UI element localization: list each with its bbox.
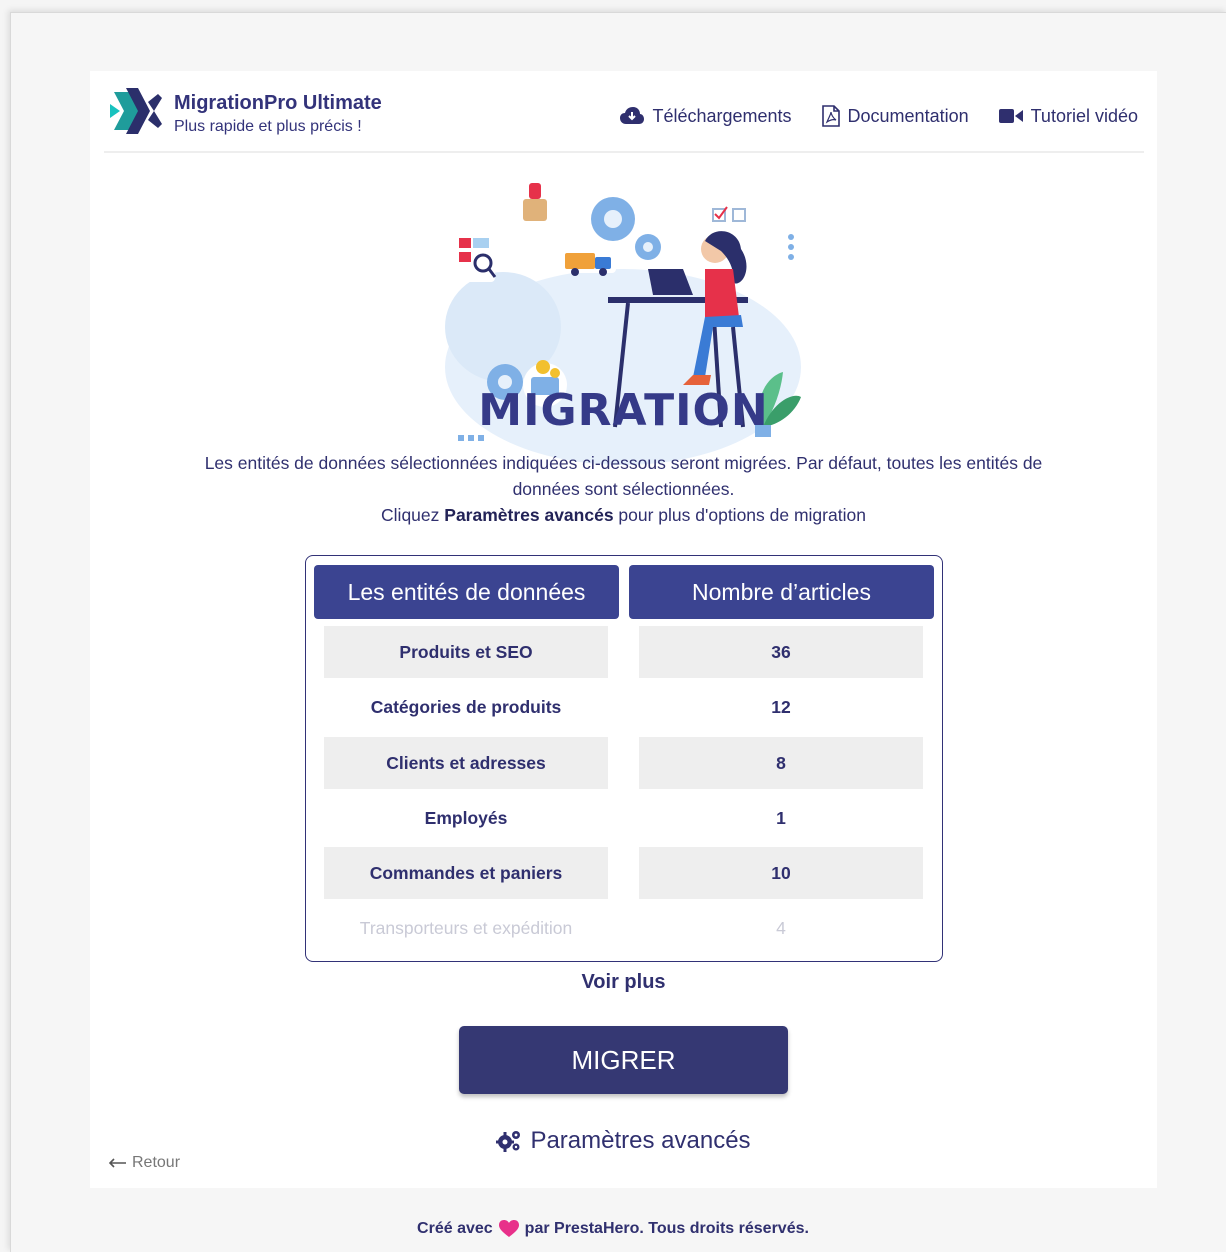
cloud-download-icon bbox=[620, 107, 645, 124]
table-cell-entity: Clients et adresses bbox=[324, 737, 608, 789]
description-line: Les entités de données sélectionnées ind… bbox=[204, 453, 1043, 499]
migrationpro-logo-icon bbox=[110, 88, 162, 134]
migrate-button[interactable]: MIGRER bbox=[459, 1026, 788, 1094]
footer-suffix: par PrestaHero. Tous droits réservés. bbox=[524, 1220, 809, 1237]
nav-downloads-label: Téléchargements bbox=[652, 105, 792, 126]
main-card: MigrationPro Ultimate Plus rapide et plu… bbox=[90, 71, 1157, 1188]
back-link[interactable]: Retour bbox=[108, 1154, 180, 1172]
page-title: MIGRATION bbox=[478, 385, 769, 436]
nav-documentation-link[interactable]: Documentation bbox=[821, 105, 969, 127]
table-cell-count: 10 bbox=[639, 847, 923, 899]
nav-video-label: Tutoriel vidéo bbox=[1030, 105, 1138, 126]
table-cell-entity: Catégories de produits bbox=[370, 696, 562, 717]
footer-prefix: Créé avec bbox=[417, 1220, 493, 1237]
table-cell-entity: Transporteurs et expédition bbox=[359, 917, 573, 938]
table-cell-count: 4 bbox=[776, 917, 786, 938]
table-cell-entity: Commandes et paniers bbox=[324, 847, 608, 899]
table-cell-entity: Produits et SEO bbox=[324, 626, 608, 678]
description-hint: Cliquez Paramètres avancés pour plus d'o… bbox=[170, 502, 1077, 528]
video-camera-icon bbox=[998, 109, 1023, 123]
nav-video-link[interactable]: Tutoriel vidéo bbox=[998, 105, 1138, 127]
top-nav: Téléchargements Documentation Tutoriel v… bbox=[620, 105, 1138, 127]
table-cell-entity: Employés bbox=[424, 807, 508, 828]
table-cell-count: 12 bbox=[771, 696, 791, 717]
pdf-file-icon bbox=[821, 105, 840, 127]
back-label: Retour bbox=[132, 1154, 181, 1171]
nav-documentation-label: Documentation bbox=[847, 105, 969, 126]
hint-bold: Paramètres avancés bbox=[444, 505, 614, 525]
column-header-count: Nombre d’articles bbox=[629, 565, 934, 619]
heart-icon bbox=[498, 1220, 519, 1237]
brand-title: MigrationPro Ultimate bbox=[174, 92, 382, 114]
header: MigrationPro Ultimate Plus rapide et plu… bbox=[104, 71, 1144, 153]
advanced-settings-label: Paramètres avancés bbox=[530, 1127, 751, 1154]
nav-downloads-link[interactable]: Téléchargements bbox=[620, 105, 792, 127]
description: Les entités de données sélectionnées ind… bbox=[170, 450, 1077, 528]
advanced-settings-link[interactable]: Paramètres avancés bbox=[90, 1127, 1157, 1155]
see-more-link[interactable]: Voir plus bbox=[90, 971, 1157, 994]
table-cell-count: 1 bbox=[776, 807, 786, 828]
hint-prefix: Cliquez bbox=[381, 505, 445, 525]
brand-tagline: Plus rapide et plus précis ! bbox=[174, 118, 362, 135]
arrow-left-icon bbox=[108, 1158, 126, 1168]
footer: Créé avec par PrestaHero. Tous droits ré… bbox=[0, 1220, 1226, 1238]
table-cell-count: 8 bbox=[639, 737, 923, 789]
hint-suffix: pour plus d'options de migration bbox=[613, 505, 866, 525]
table-cell-count: 36 bbox=[639, 626, 923, 678]
gears-icon bbox=[496, 1131, 521, 1152]
column-header-entities: Les entités de données bbox=[314, 565, 619, 619]
entities-table: Les entités de données Nombre d’articles… bbox=[305, 555, 943, 962]
